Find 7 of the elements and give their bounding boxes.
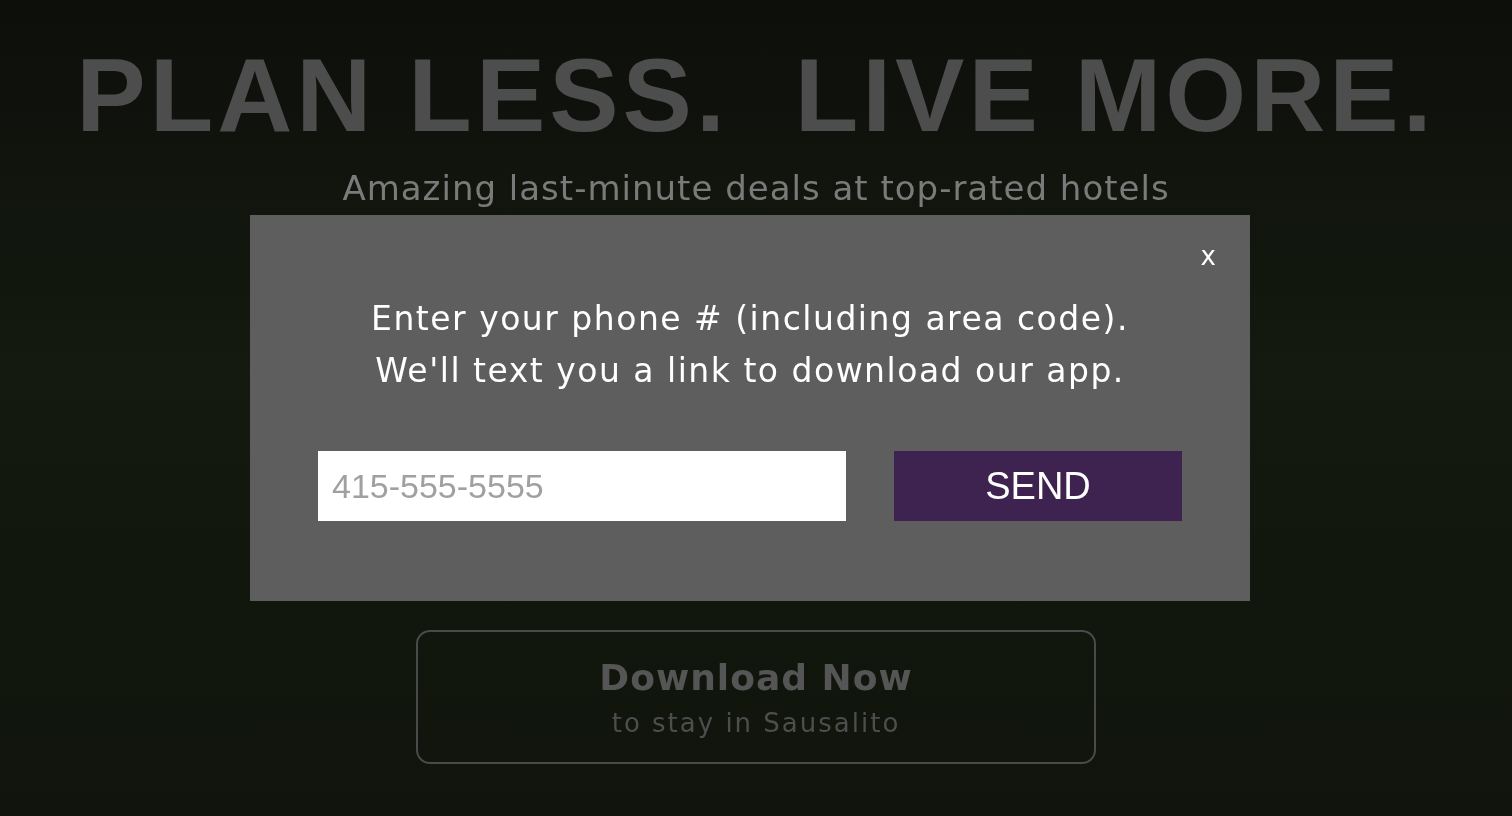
modal-message: We'll text you a link to download our app. bbox=[375, 350, 1125, 392]
hero-heading: PLAN LESS. LIVE MORE. bbox=[76, 38, 1436, 153]
modal-message: Enter your phone # (including area code). bbox=[371, 298, 1129, 340]
send-button[interactable]: SEND bbox=[894, 451, 1182, 521]
phone-input-field[interactable]: 415-555-5555 bbox=[318, 451, 846, 521]
hero-subtitle: Amazing last-minute deals at top-rated hotels bbox=[342, 168, 1170, 209]
close-button[interactable]: x bbox=[1194, 237, 1222, 275]
